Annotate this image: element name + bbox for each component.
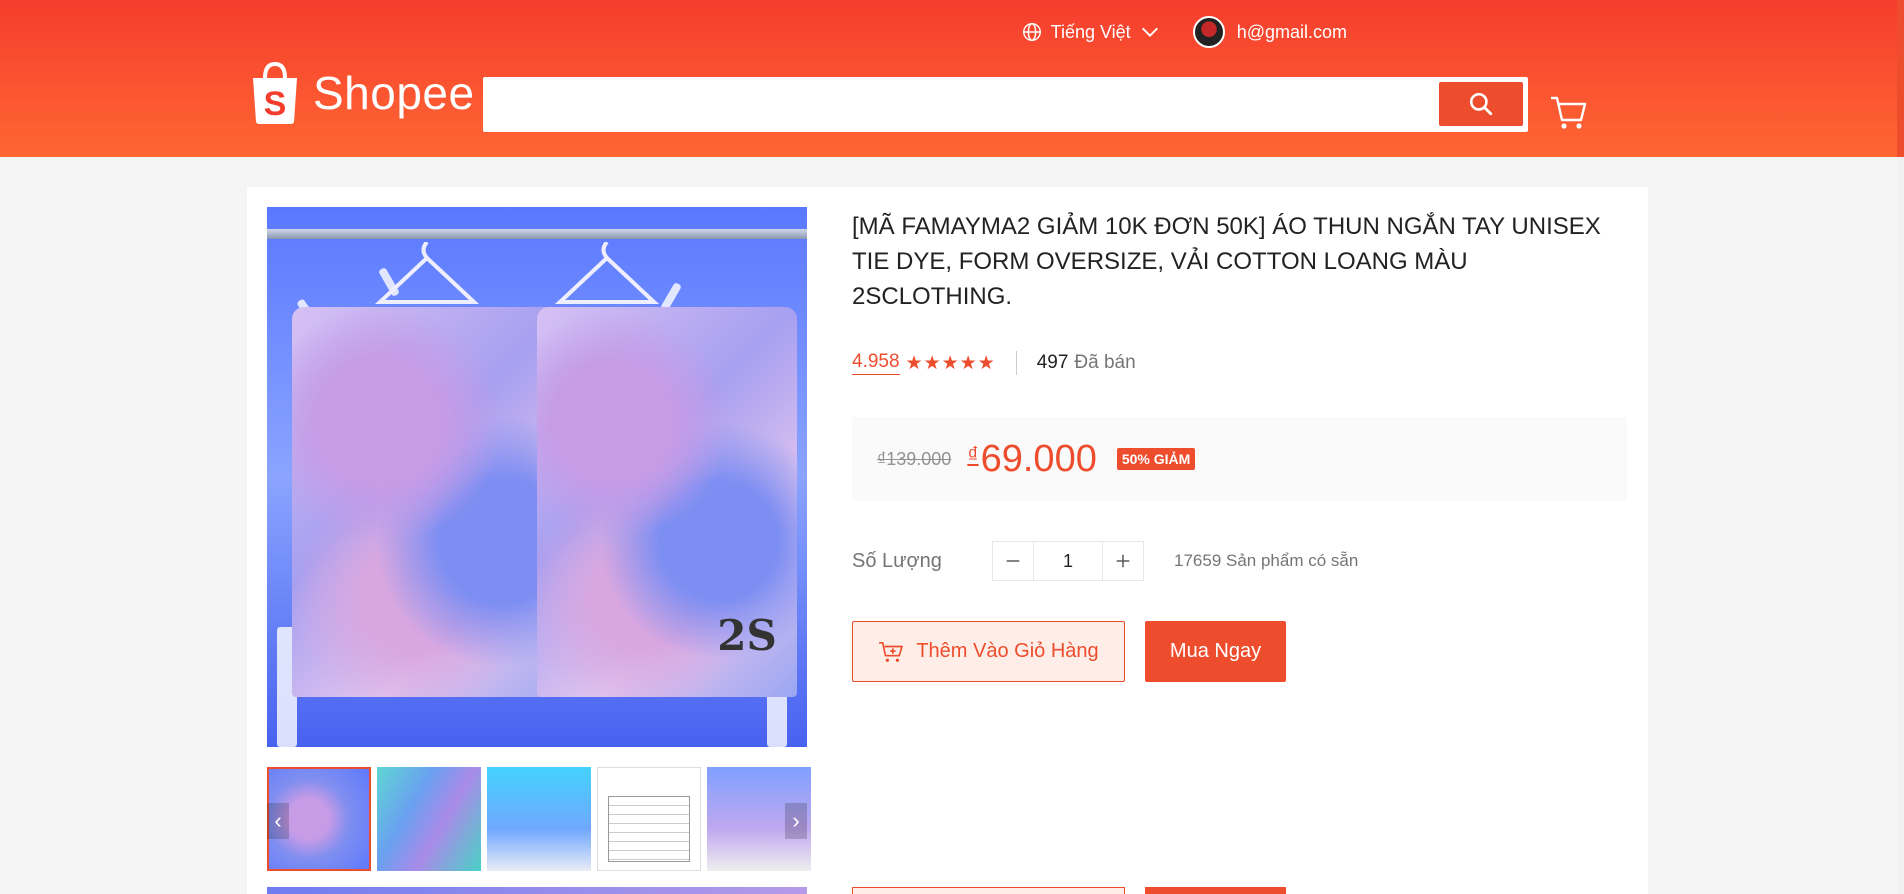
search-bar [483,77,1528,132]
increase-quantity-button[interactable] [1103,542,1143,580]
decrease-quantity-button[interactable] [993,542,1033,580]
discount-badge: 50% GIẢM [1116,448,1196,470]
price-box: ₫139.000 ₫ 69.000 50% GIẢM [852,417,1627,501]
product-card: 2S ‹ › [MÃ FAMAYMA2 GIẢM 10K ĐƠN 50K] ÁO… [247,187,1648,894]
thumbnail[interactable] [377,767,481,871]
sticky-action-buttons [852,887,1286,894]
brand-name: Shopee [313,67,475,119]
quantity-label: Số Lượng [852,549,942,572]
clothing-rail [267,229,807,239]
chevron-down-icon [1141,27,1158,37]
action-buttons: Thêm Vào Giỏ Hàng Mua Ngay [852,621,1286,682]
gallery-next-button[interactable]: › [785,803,807,839]
rating-stars: ★★★★★ [905,352,996,374]
rating-value[interactable]: 4.958 [852,351,900,375]
chevron-right-icon: › [792,808,800,833]
language-label: Tiếng Việt [1050,21,1131,42]
search-button[interactable] [1439,82,1523,126]
cart-icon[interactable] [1548,92,1588,132]
buy-now-button[interactable]: Mua Ngay [1145,621,1286,682]
top-bar: Tiếng Việt h@gmail.com [1021,16,1347,48]
product-title: [MÃ FAMAYMA2 GIẢM 10K ĐƠN 50K] ÁO THUN N… [852,213,1601,310]
sticky-add-to-cart-button[interactable] [852,887,1125,894]
language-selector[interactable]: Tiếng Việt [1021,21,1161,43]
thumbnail[interactable] [597,767,701,871]
svg-text:2S: 2S [717,611,777,660]
sale-price-value: 69.000 [980,437,1097,480]
quantity-stepper: 1 [992,541,1144,581]
add-to-cart-icon [879,641,904,662]
rating-row: 4.958 ★★★★★ 497 Đã bán [852,351,1136,375]
size-chart-table [608,796,690,862]
add-to-cart-button[interactable]: Thêm Vào Giỏ Hàng [852,621,1125,682]
shopee-logo[interactable]: S Shopee [247,60,475,126]
thumbnail-strip [267,767,811,871]
user-account[interactable]: h@gmail.com [1192,16,1347,48]
sold-label: Đã bán [1074,352,1136,373]
globe-icon [1022,23,1041,41]
user-email: h@gmail.com [1236,21,1347,42]
currency-symbol: ₫ [967,441,979,467]
gallery-prev-button[interactable]: ‹ [267,803,289,839]
quantity-row: Số Lượng 1 17659 Sản phẩm có sẵn [852,541,1358,581]
original-price: ₫139.000 [877,448,952,469]
sold-count: 497 [1036,352,1069,373]
search-icon [1469,92,1493,116]
quantity-input[interactable]: 1 [1033,542,1103,580]
buy-now-label: Mua Ngay [1169,640,1262,662]
header: Tiếng Việt h@gmail.com S Shopee [0,0,1897,157]
svg-text:S: S [264,85,287,123]
sticky-buy-now-button[interactable] [1145,887,1286,894]
hanger-icon [554,242,660,304]
search-input[interactable] [483,77,1413,132]
sale-price: ₫ 69.000 [967,438,1097,481]
thumbnail[interactable] [487,767,591,871]
plus-icon [1116,554,1130,568]
minus-icon [1006,560,1020,562]
chevron-left-icon: ‹ [274,808,282,833]
divider [1015,351,1017,375]
additional-image [267,887,807,894]
add-to-cart-label: Thêm Vào Giỏ Hàng [916,640,1099,662]
stock-text: 17659 Sản phẩm có sẵn [1174,551,1359,570]
hanger-icon [374,242,480,304]
brand-watermark-icon: 2S [717,611,777,660]
product-main-image[interactable]: 2S [267,207,807,747]
avatar [1192,16,1225,48]
scrollbar[interactable] [1897,0,1904,894]
shopee-bag-icon: S [253,61,297,124]
scrollbar-thumb[interactable] [1897,0,1904,157]
